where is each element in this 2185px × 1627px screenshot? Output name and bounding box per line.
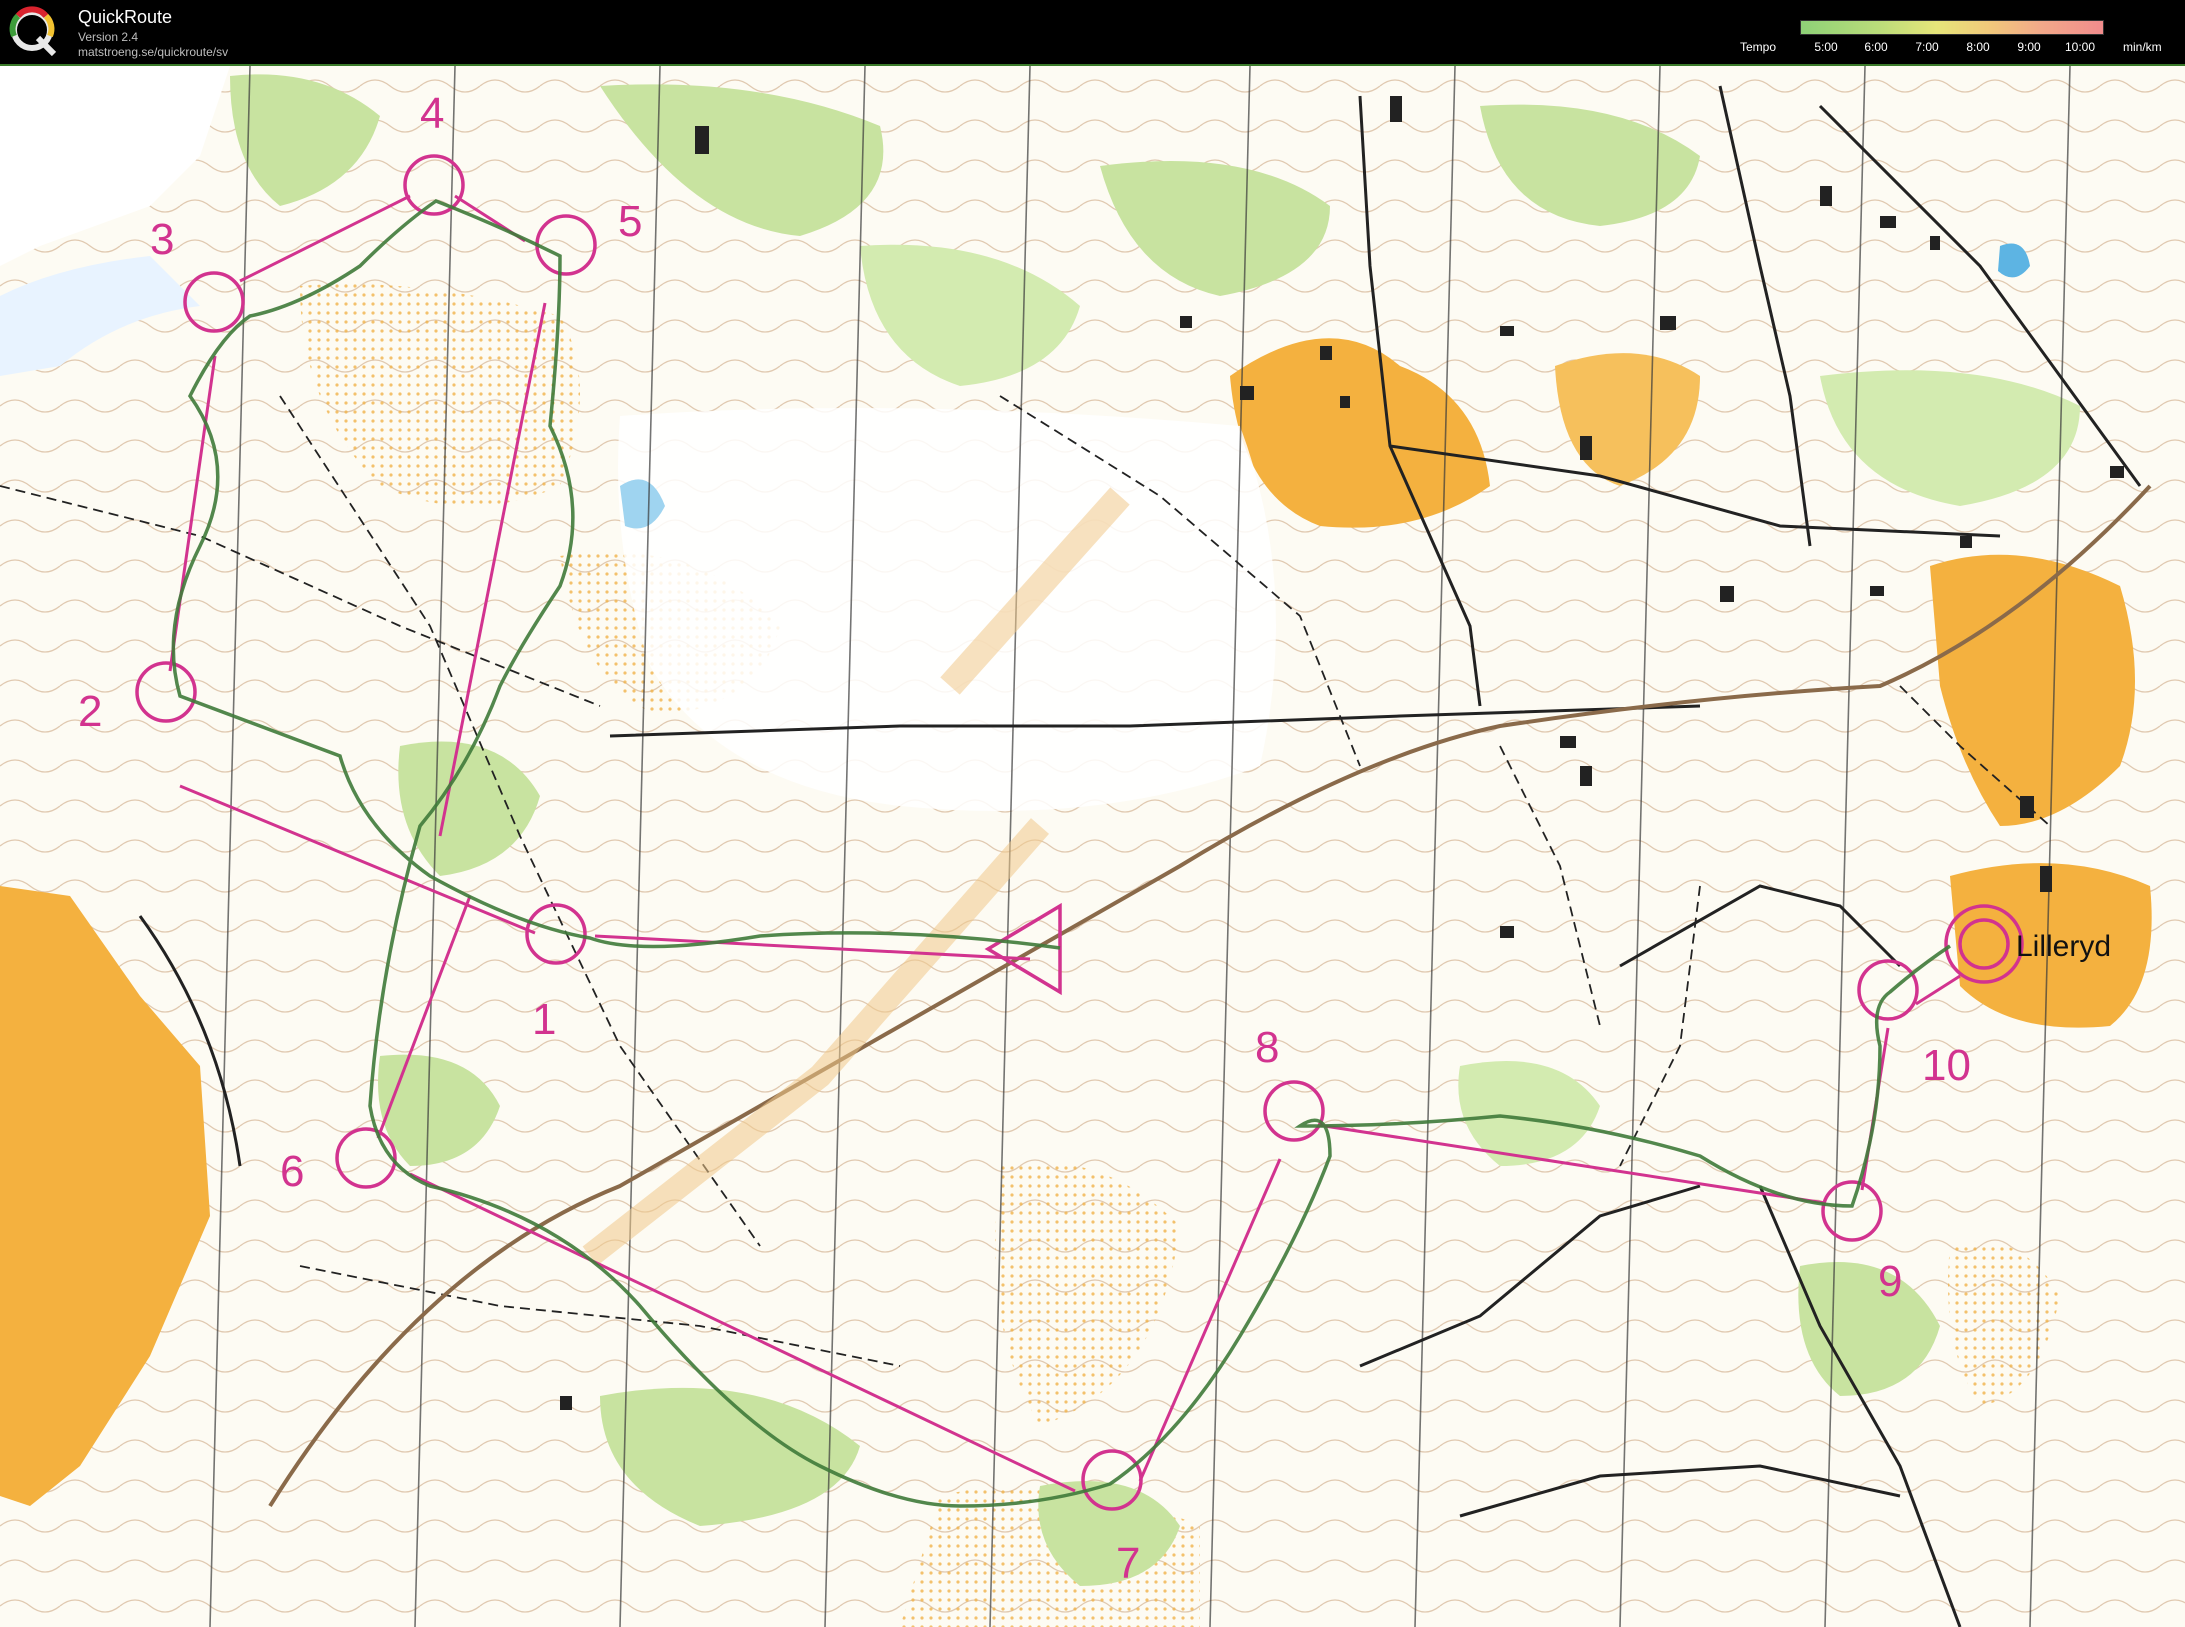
control-number: 3 bbox=[150, 215, 174, 264]
app-title: QuickRoute bbox=[78, 7, 173, 27]
quickroute-logo-icon bbox=[9, 6, 57, 56]
tempo-label: Tempo bbox=[1740, 40, 1777, 54]
tempo-tick: 7:00 bbox=[1915, 40, 1939, 54]
control-number: 10 bbox=[1922, 1041, 1971, 1090]
control-number: 5 bbox=[618, 197, 642, 246]
tempo-tick: 5:00 bbox=[1814, 40, 1838, 54]
tempo-tick: 6:00 bbox=[1864, 40, 1888, 54]
app-url: matstroeng.se/quickroute/sv bbox=[78, 45, 229, 59]
control-number: 9 bbox=[1878, 1257, 1902, 1306]
control-number: 2 bbox=[78, 687, 102, 736]
orienteering-map[interactable]: 1 2 3 4 5 6 7 8 9 10 Lilleryd bbox=[0, 66, 2185, 1627]
app-version: Version 2.4 bbox=[78, 30, 139, 44]
header-bar: QuickRoute Version 2.4 matstroeng.se/qui… bbox=[0, 0, 2185, 67]
control-number: 8 bbox=[1255, 1023, 1279, 1072]
control-number: 1 bbox=[532, 995, 556, 1044]
quickroute-window: QuickRoute Version 2.4 matstroeng.se/qui… bbox=[0, 0, 2185, 1627]
control-number: 6 bbox=[280, 1147, 304, 1196]
tempo-unit: min/km bbox=[2123, 40, 2162, 54]
tempo-tick: 10:00 bbox=[2064, 40, 2096, 54]
tempo-tick: 9:00 bbox=[2017, 40, 2041, 54]
place-name: Lilleryd bbox=[2016, 930, 2111, 963]
control-number: 7 bbox=[1116, 1539, 1140, 1588]
tempo-tick: 8:00 bbox=[1966, 40, 1990, 54]
control-number: 4 bbox=[420, 89, 444, 138]
tempo-color-bar bbox=[1800, 20, 2104, 35]
